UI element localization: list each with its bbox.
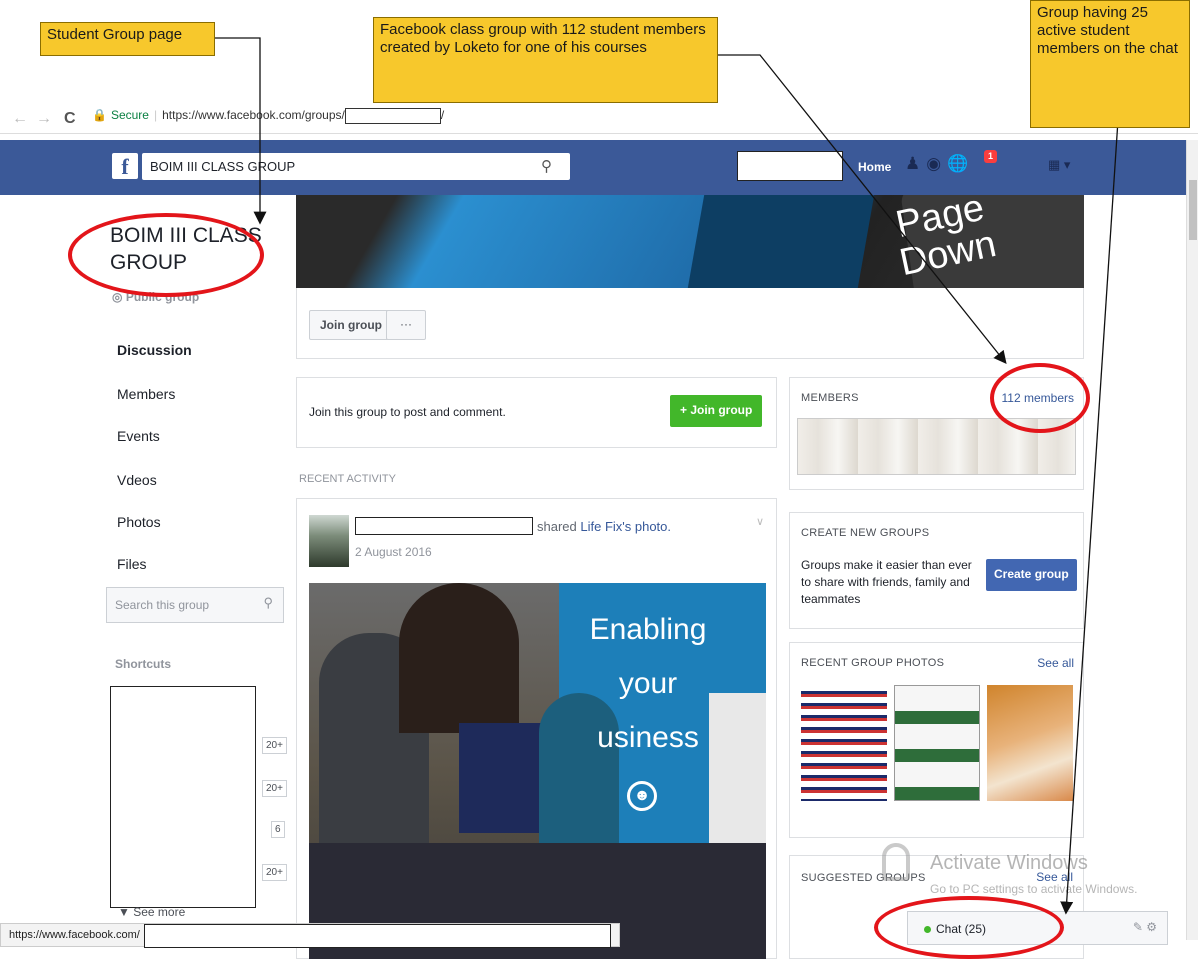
browser-status-bar: https://www.facebook.com/ (0, 923, 620, 948)
home-link[interactable]: Home (858, 160, 891, 174)
group-search-placeholder: Search this group (115, 598, 210, 612)
redaction-box (737, 151, 843, 181)
join-group-button[interactable]: Join group (309, 310, 393, 340)
screenshot-stage: ← → C 🔒 Secure | https://www.facebook.com/g… (0, 0, 1198, 959)
chevron-down-icon[interactable]: ∨ (756, 515, 764, 528)
redaction-box (110, 686, 256, 908)
notifications-icon[interactable]: 🌐 (947, 154, 974, 173)
url-text: https://www.facebook.com/groups/ (162, 108, 345, 123)
shortcuts-heading: Shortcuts (115, 657, 172, 671)
lock-icon: 🔒 (92, 108, 107, 123)
redaction-box (355, 517, 533, 535)
post-date[interactable]: 2 August 2016 (355, 545, 432, 559)
redaction-box (344, 108, 441, 124)
header-icons: ♟◉🌐 (905, 154, 974, 174)
join-prompt-text: Join this group to post and comment. (309, 405, 506, 419)
browser-address-bar: ← → C 🔒 Secure | https://www.facebook.com/g… (0, 104, 1198, 134)
facebook-logo-icon[interactable]: f (112, 153, 138, 179)
search-icon[interactable]: ⚲ (541, 157, 552, 175)
reload-icon[interactable]: C (64, 110, 76, 128)
secure-label: Secure (110, 108, 149, 123)
url-suffix: / (440, 108, 445, 123)
sidebar-item-events[interactable]: Events (106, 418, 286, 454)
cover-photo: Page Down (296, 195, 1084, 288)
url-separator: | (153, 108, 158, 123)
create-group-box: CREATE NEW GROUPS Groups make it easier … (789, 512, 1084, 629)
activation-watermark-subtext: Go to PC settings to activate Windows. (930, 882, 1138, 896)
shortcut-count-badge: 20+ (262, 864, 287, 881)
scroll-thumb[interactable] (1189, 180, 1197, 240)
friend-requests-icon[interactable]: ♟ (905, 154, 926, 173)
messages-icon[interactable]: ◉ (926, 154, 947, 173)
status-url: https://www.facebook.com/ (9, 929, 140, 941)
sidebar-item-files[interactable]: Files (106, 546, 286, 582)
group-photo-thumbnail[interactable] (987, 685, 1073, 801)
notification-badge: 1 (984, 150, 997, 163)
post-action: shared (537, 519, 577, 534)
chevron-down-icon: ▼ (118, 905, 134, 919)
redaction-box (144, 924, 611, 948)
photo-person (399, 583, 519, 733)
forward-icon[interactable]: → (36, 110, 52, 128)
activation-watermark: Activate Windows (930, 852, 1088, 874)
shortcut-count-badge: 20+ (262, 737, 287, 754)
post-photo[interactable]: Enabling your usiness ☻ (309, 583, 766, 959)
sidebar-item-discussion[interactable]: Discussion (106, 332, 286, 368)
shared-photo-link[interactable]: Life Fix's photo. (580, 519, 671, 534)
feed-post: shared Life Fix's photo. 2 August 2016 ∨… (296, 498, 777, 959)
shortcut-count-badge: 6 (271, 821, 285, 838)
windows-watermark-icon (882, 843, 910, 881)
photo-banner-text: Enabling your usiness (573, 603, 723, 765)
facebook-header: f BOIM III CLASS GROUP ⚲ Home ♟◉🌐 1 ▦ ▾ (0, 140, 1186, 195)
highlight-ring (68, 213, 264, 297)
highlight-ring (990, 363, 1090, 433)
join-group-green-button[interactable]: + Join group (670, 395, 763, 427)
search-value: BOIM III CLASS GROUP (150, 159, 296, 174)
account-menu-icon[interactable]: ▦ ▾ (1048, 157, 1070, 173)
banner-word: usiness (597, 721, 699, 754)
banner-word: your (618, 667, 678, 700)
callout-student-group: Student Group page (40, 22, 215, 56)
group-photo-thumbnail[interactable] (894, 685, 980, 801)
join-prompt-box: Join this group to post and comment. + J… (296, 377, 777, 448)
facebook-search-input[interactable]: BOIM III CLASS GROUP ⚲ (142, 153, 570, 180)
keyboard-key-shape (687, 195, 875, 288)
group-action-bar: Join group ··· (296, 288, 1084, 359)
see-more-label: See more (133, 905, 186, 919)
chat-settings-icon[interactable]: ✎ ⚙ (1133, 920, 1157, 934)
see-all-photos-link[interactable]: See all (1037, 656, 1074, 670)
recent-photos-box: RECENT GROUP PHOTOS See all (789, 642, 1084, 838)
group-search-input[interactable]: Search this group ⚲ (106, 587, 284, 623)
more-options-button[interactable]: ··· (386, 310, 426, 340)
sidebar-item-members[interactable]: Members (106, 376, 286, 412)
see-more-link[interactable]: ▼ See more (118, 905, 185, 919)
shortcut-count-badge: 20+ (262, 780, 287, 797)
create-group-description: Groups make it easier than ever to share… (801, 558, 972, 606)
back-icon[interactable]: ← (12, 110, 28, 128)
scrollbar[interactable] (1186, 140, 1198, 940)
url-field[interactable]: 🔒 Secure | https://www.facebook.com/groups/… (92, 108, 472, 130)
sidebar-item-photos[interactable]: Photos (106, 504, 286, 540)
group-photo-thumbnail[interactable] (801, 685, 887, 801)
callout-class-group: Facebook class group with 112 student me… (373, 17, 718, 103)
search-icon[interactable]: ⚲ (263, 595, 273, 611)
recent-activity-heading: RECENT ACTIVITY (299, 473, 396, 485)
post-header-text: shared Life Fix's photo. (537, 519, 671, 534)
callout-active-members: Group having 25 active student members o… (1030, 0, 1190, 128)
create-group-heading: CREATE NEW GROUPS (801, 527, 930, 539)
banner-word: Enabling (589, 613, 707, 646)
smile-logo-icon: ☻ (627, 781, 657, 811)
highlight-ring (874, 896, 1064, 959)
sidebar-item-videos[interactable]: Vdeos (106, 462, 286, 498)
members-heading: MEMBERS (801, 392, 859, 404)
avatar[interactable] (309, 515, 349, 567)
recent-photos-heading: RECENT GROUP PHOTOS (801, 657, 945, 669)
create-group-button[interactable]: Create group (986, 559, 1077, 591)
